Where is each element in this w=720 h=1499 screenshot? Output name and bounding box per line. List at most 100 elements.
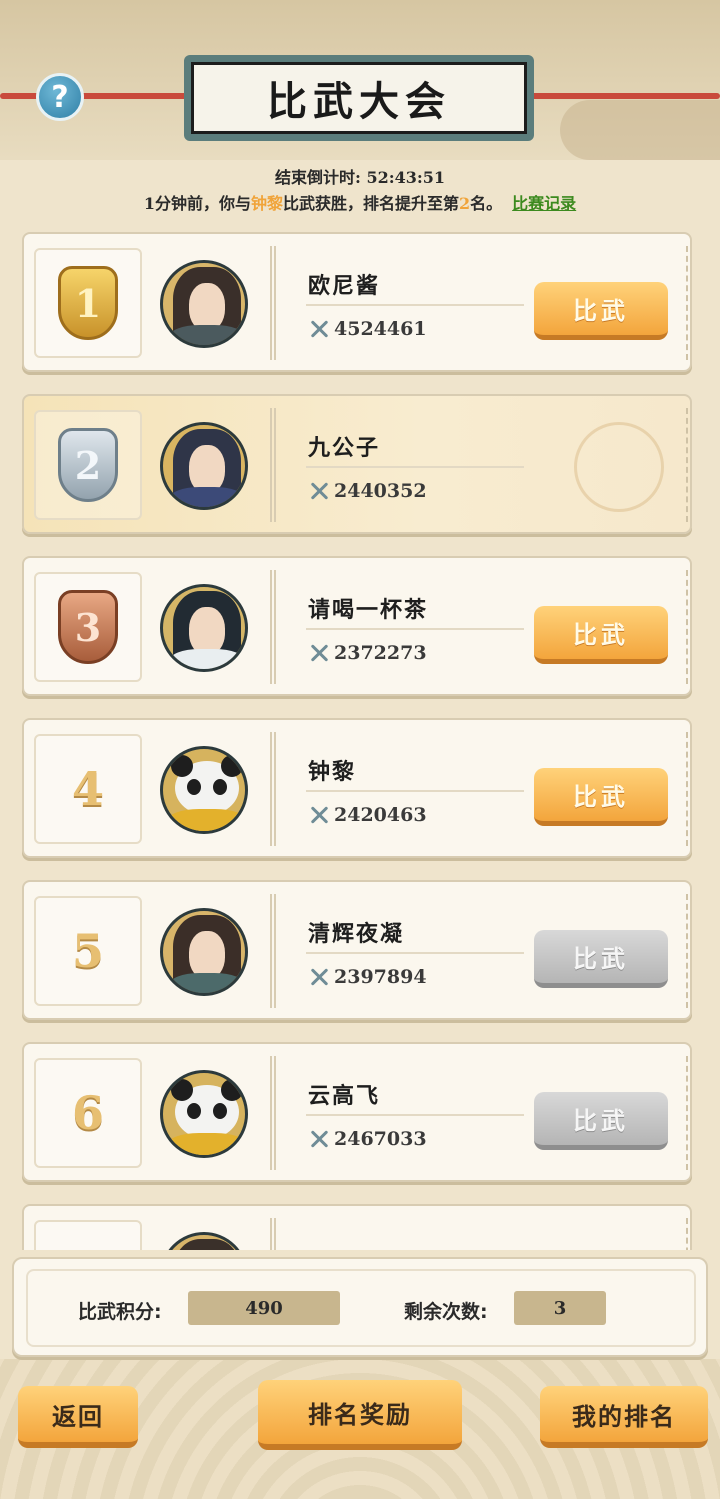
panda-eye <box>213 779 227 795</box>
avatar[interactable] <box>160 1232 248 1250</box>
bronze-medal-icon: 3 <box>58 590 118 664</box>
divider <box>306 466 524 468</box>
notice-rank: 2 <box>459 194 471 213</box>
divider <box>306 952 524 954</box>
robe-shape <box>169 973 245 993</box>
player-info: 九公子 2440352 <box>270 408 688 522</box>
rank-card-2: 2 九公子 2440352 <box>22 394 692 534</box>
face-shape <box>189 445 225 493</box>
robe-shape <box>169 487 245 507</box>
crossed-swords-icon <box>308 1128 330 1150</box>
crossed-swords-icon <box>308 642 330 664</box>
countdown: 结束倒计时: 52:43:51 <box>0 164 720 188</box>
crossed-swords-icon <box>308 804 330 826</box>
battle-notice: 1分钟前，你与钟黎比武获胜，排名提升至第2名。 比赛记录 <box>0 190 720 214</box>
power-value: 2397894 <box>334 966 427 988</box>
player-name: 请喝一杯茶 <box>308 598 429 623</box>
notice-middle: 比武获胜，排名提升至第 <box>282 194 459 213</box>
crossed-swords-icon <box>308 480 330 502</box>
card-edge <box>678 732 688 846</box>
fight-button[interactable]: 比武 <box>534 768 668 826</box>
rank-number: 5 <box>71 924 104 978</box>
panda-ear <box>171 755 193 777</box>
power-value: 4524461 <box>334 318 427 340</box>
rank-card-partial <box>22 1204 692 1250</box>
player-name: 清辉夜凝 <box>308 922 405 947</box>
power-display: 4524461 <box>308 318 427 340</box>
fight-button[interactable]: 比武 <box>534 930 668 988</box>
rank-badge: 1 <box>34 248 142 358</box>
panda-ear <box>221 1079 243 1101</box>
fight-button[interactable]: 比武 <box>534 606 668 664</box>
panda-eye <box>213 1103 227 1119</box>
ranking-list[interactable]: 1 欧尼酱 4524461 比武 2 九公子 2440352 3 请喝一杯茶 2… <box>22 232 692 1250</box>
avatar[interactable] <box>160 1070 248 1158</box>
rank-badge: 3 <box>34 572 142 682</box>
rank-number: 4 <box>71 762 104 816</box>
rank-card-3: 3 请喝一杯茶 2372273 比武 <box>22 556 692 696</box>
remaining-label: 剩余次数: <box>404 1301 488 1323</box>
match-record-link[interactable]: 比赛记录 <box>512 194 576 213</box>
player-name: 九公子 <box>308 436 381 461</box>
rank-badge: 6 <box>34 1058 142 1168</box>
question-mark-icon[interactable]: ? <box>36 73 84 121</box>
stats-panel: 比武积分: 490 剩余次数: 3 <box>12 1257 708 1357</box>
face-shape <box>189 283 225 331</box>
rank-badge <box>34 1220 142 1250</box>
notice-opponent: 钟黎 <box>250 194 283 213</box>
card-edge <box>678 1218 688 1250</box>
rank-card-5: 5 清辉夜凝 2397894 比武 <box>22 880 692 1020</box>
card-edge <box>678 408 688 522</box>
face-shape <box>189 931 225 979</box>
rank-card-1: 1 欧尼酱 4524461 比武 <box>22 232 692 372</box>
power-value: 2372273 <box>334 642 427 664</box>
panda-eye <box>187 779 201 795</box>
panda-eye <box>187 1103 201 1119</box>
card-edge <box>678 246 688 360</box>
crossed-swords-icon <box>308 966 330 988</box>
player-name: 钟黎 <box>308 760 357 785</box>
face-shape <box>189 607 225 655</box>
silver-medal-icon: 2 <box>58 428 118 502</box>
panda-ear <box>221 755 243 777</box>
crossed-swords-icon <box>308 318 330 340</box>
fight-button[interactable]: 比武 <box>534 282 668 340</box>
fight-button[interactable]: 比武 <box>534 1092 668 1150</box>
avatar[interactable] <box>160 422 248 510</box>
avatar[interactable] <box>160 584 248 672</box>
divider <box>306 790 524 792</box>
power-value: 2440352 <box>334 480 427 502</box>
page-title: 比武大会 <box>191 62 527 134</box>
power-display: 2420463 <box>308 804 427 826</box>
power-value: 2420463 <box>334 804 427 826</box>
avatar[interactable] <box>160 260 248 348</box>
power-value: 2467033 <box>334 1128 427 1150</box>
panda-scarf <box>167 809 245 831</box>
rank-number: 6 <box>71 1086 104 1140</box>
panda-ear <box>171 1079 193 1101</box>
avatar[interactable] <box>160 908 248 996</box>
hair-shape <box>173 1239 241 1250</box>
card-edge <box>678 570 688 684</box>
divider <box>306 1114 524 1116</box>
avatar[interactable] <box>160 746 248 834</box>
remaining-value: 3 <box>514 1291 606 1325</box>
rank-card-6: 6 云高飞 2467033 比武 <box>22 1042 692 1182</box>
robe-shape <box>169 325 245 345</box>
rank-badge: 5 <box>34 896 142 1006</box>
card-edge <box>678 1056 688 1170</box>
power-display: 2397894 <box>308 966 427 988</box>
cloud-pattern-icon <box>574 422 664 512</box>
countdown-label: 结束倒计时: <box>274 168 361 187</box>
my-rank-button[interactable]: 我的排名 <box>540 1386 708 1448</box>
notice-suffix: 名。 <box>470 194 503 213</box>
rank-badge: 4 <box>34 734 142 844</box>
player-info <box>270 1218 688 1250</box>
player-info: 欧尼酱 4524461 比武 <box>270 246 688 360</box>
notice-prefix: 1分钟前，你与 <box>143 194 251 213</box>
robe-shape <box>169 649 245 669</box>
power-display: 2372273 <box>308 642 427 664</box>
back-button[interactable]: 返回 <box>18 1386 138 1448</box>
rank-rewards-button[interactable]: 排名奖励 <box>258 1380 462 1450</box>
gold-medal-icon: 1 <box>58 266 118 340</box>
